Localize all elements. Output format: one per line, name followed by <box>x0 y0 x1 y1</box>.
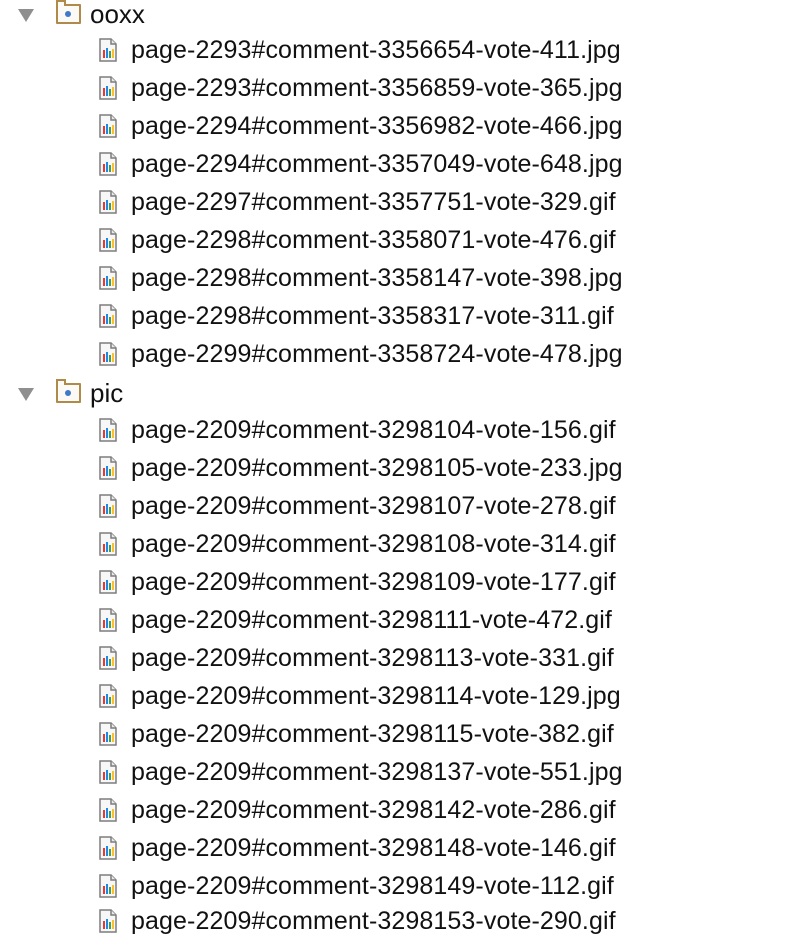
file-name: page-2209#comment-3298149-vote-112.gif <box>131 872 614 900</box>
file-name: page-2294#comment-3356982-vote-466.jpg <box>131 112 623 140</box>
file-name: page-2299#comment-3358724-vote-478.jpg <box>131 340 623 368</box>
image-file-icon <box>99 190 117 214</box>
image-file-icon <box>99 684 117 708</box>
file-name: page-2209#comment-3298111-vote-472.gif <box>131 606 612 634</box>
image-file-icon <box>99 114 117 138</box>
file-name: page-2209#comment-3298104-vote-156.gif <box>131 416 616 444</box>
file-name: page-2293#comment-3356654-vote-411.jpg <box>131 36 621 64</box>
folder-label: ooxx <box>90 0 145 29</box>
image-file-icon <box>99 909 117 933</box>
file-name: page-2209#comment-3298108-vote-314.gif <box>131 530 616 558</box>
image-file-icon <box>99 266 117 290</box>
file-name: page-2209#comment-3298115-vote-382.gif <box>131 720 614 748</box>
file-name: page-2209#comment-3298153-vote-290.gif <box>131 907 616 935</box>
image-file-icon <box>99 76 117 100</box>
file-name: page-2209#comment-3298114-vote-129.jpg <box>131 682 621 710</box>
image-file-icon <box>99 152 117 176</box>
image-file-icon <box>99 38 117 62</box>
file-name: page-2297#comment-3357751-vote-329.gif <box>131 188 616 216</box>
image-file-icon <box>99 494 117 518</box>
file-tree: ooxx page-2293#comment-3356654-vote-411.… <box>0 0 792 940</box>
image-file-icon <box>99 342 117 366</box>
chevron-down-icon[interactable] <box>18 388 34 401</box>
file-name: page-2209#comment-3298105-vote-233.jpg <box>131 454 623 482</box>
chevron-down-icon[interactable] <box>18 9 34 22</box>
file-name: page-2209#comment-3298137-vote-551.jpg <box>131 758 623 786</box>
folder-label: pic <box>90 378 124 408</box>
image-file-icon <box>99 646 117 670</box>
file-name: page-2298#comment-3358317-vote-311.gif <box>131 302 614 330</box>
image-file-icon <box>99 304 117 328</box>
file-name: page-2294#comment-3357049-vote-648.jpg <box>131 150 623 178</box>
file-name: page-2298#comment-3358147-vote-398.jpg <box>131 264 623 292</box>
file-name: page-2209#comment-3298109-vote-177.gif <box>131 568 616 596</box>
folder-icon <box>56 379 81 403</box>
image-file-icon <box>99 836 117 860</box>
folder-icon <box>56 0 81 24</box>
image-file-icon <box>99 456 117 480</box>
image-file-icon <box>99 722 117 746</box>
file-name: page-2293#comment-3356859-vote-365.jpg <box>131 74 623 102</box>
image-file-icon <box>99 874 117 898</box>
image-file-icon <box>99 532 117 556</box>
file-name: page-2209#comment-3298142-vote-286.gif <box>131 796 616 824</box>
file-name: page-2298#comment-3358071-vote-476.gif <box>131 226 616 254</box>
file-name: page-2209#comment-3298148-vote-146.gif <box>131 834 616 862</box>
image-file-icon <box>99 228 117 252</box>
image-file-icon <box>99 798 117 822</box>
file-name: page-2209#comment-3298107-vote-278.gif <box>131 492 616 520</box>
file-name: page-2209#comment-3298113-vote-331.gif <box>131 644 614 672</box>
image-file-icon <box>99 418 117 442</box>
image-file-icon <box>99 608 117 632</box>
image-file-icon <box>99 760 117 784</box>
image-file-icon <box>99 570 117 594</box>
